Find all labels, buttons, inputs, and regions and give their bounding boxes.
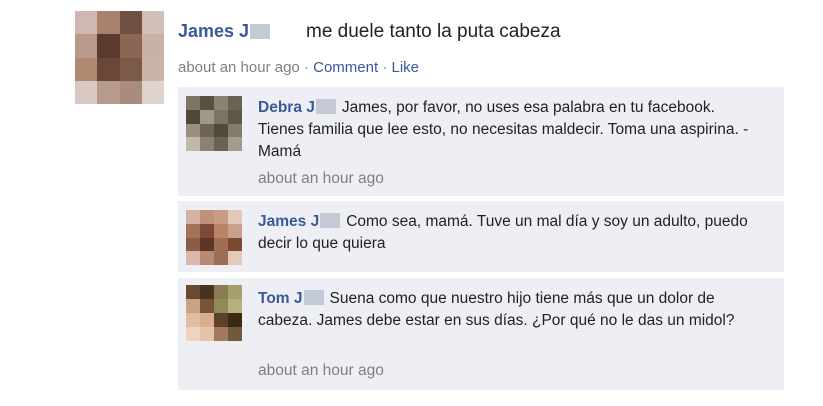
- comment-timestamp: about an hour ago: [258, 362, 384, 379]
- avatar-mosaic-cell: [228, 137, 242, 151]
- avatar-mosaic-cell: [228, 285, 242, 299]
- avatar-mosaic-cell: [214, 210, 228, 224]
- post-timestamp: about an hour ago: [178, 59, 300, 76]
- avatar-mosaic-cell: [141, 57, 164, 81]
- avatar-mosaic-cell: [228, 96, 242, 110]
- post-author-link[interactable]: James J: [178, 21, 276, 42]
- avatar-mosaic-cell: [200, 96, 214, 110]
- like-link[interactable]: Like: [392, 59, 420, 76]
- comment-author-name[interactable]: Tom J: [258, 290, 303, 307]
- comment-author-name[interactable]: James J: [258, 213, 319, 230]
- avatar-mosaic-cell: [214, 237, 228, 252]
- comment-item: Debra J James, por favor, no uses esa pal…: [178, 87, 784, 196]
- avatar-mosaic-cell: [214, 251, 228, 265]
- avatar-mosaic-cell: [214, 109, 228, 124]
- avatar-mosaic-cell: [75, 80, 98, 104]
- avatar-mosaic-cell: [200, 210, 214, 224]
- avatar-mosaic-cell: [200, 223, 214, 238]
- post-avatar[interactable]: [75, 11, 164, 104]
- avatar-mosaic-cell: [228, 313, 242, 327]
- avatar-mosaic-cell: [200, 251, 214, 265]
- avatar-mosaic-cell: [75, 11, 98, 35]
- name-redaction-block: [320, 213, 341, 228]
- comment-author-link[interactable]: James J: [258, 213, 346, 230]
- avatar-mosaic-cell: [97, 34, 120, 58]
- avatar-mosaic-cell: [228, 299, 242, 313]
- comment-avatar[interactable]: [186, 210, 242, 265]
- comment-author-name[interactable]: Debra J: [258, 99, 315, 116]
- avatar-mosaic-cell: [214, 299, 228, 313]
- avatar-mosaic-cell: [214, 96, 228, 110]
- avatar-mosaic-cell: [214, 313, 228, 327]
- avatar-mosaic-cell: [186, 237, 200, 252]
- comment-body: Tom J Suena como que nuestro hijo tiene m…: [258, 288, 763, 332]
- avatar-mosaic-cell: [119, 80, 142, 104]
- avatar-mosaic-cell: [141, 80, 164, 104]
- name-redaction-block: [315, 99, 336, 114]
- comment-item: James J Como sea, mamá. Tuve un mal día y…: [178, 201, 784, 272]
- post-status-text: me duele tanto la puta cabeza: [306, 21, 561, 42]
- avatar-mosaic-cell: [228, 210, 242, 224]
- avatar-mosaic-cell: [186, 123, 200, 138]
- post-meta: about an hour ago · Comment · Like: [178, 59, 419, 76]
- avatar-mosaic-cell: [97, 11, 120, 35]
- comment-timestamp: about an hour ago: [258, 170, 384, 187]
- avatar-mosaic-cell: [200, 123, 214, 138]
- avatar-mosaic-cell: [200, 237, 214, 252]
- avatar-mosaic-cell: [200, 109, 214, 124]
- avatar-mosaic-cell: [228, 327, 242, 341]
- avatar-mosaic-cell: [228, 123, 242, 138]
- avatar-mosaic-cell: [214, 123, 228, 138]
- avatar-mosaic-cell: [186, 313, 200, 327]
- avatar-mosaic-cell: [186, 299, 200, 313]
- avatar-mosaic-cell: [228, 223, 242, 238]
- avatar-mosaic-cell: [200, 137, 214, 151]
- avatar-mosaic-cell: [186, 327, 200, 341]
- post-author-name[interactable]: James J: [178, 21, 249, 41]
- comment-author-link[interactable]: Debra J: [258, 99, 342, 116]
- avatar-mosaic-cell: [119, 11, 142, 35]
- avatar-mosaic-cell: [141, 11, 164, 35]
- name-redaction-block: [250, 24, 271, 39]
- name-redaction-block: [303, 290, 324, 305]
- avatar-mosaic-cell: [200, 285, 214, 299]
- avatar-mosaic-cell: [119, 57, 142, 81]
- comment-avatar[interactable]: [186, 285, 242, 341]
- avatar-mosaic-cell: [200, 313, 214, 327]
- avatar-mosaic-cell: [214, 285, 228, 299]
- meta-separator: ·: [382, 59, 388, 76]
- avatar-mosaic-cell: [214, 327, 228, 341]
- avatar-mosaic-cell: [97, 80, 120, 104]
- avatar-mosaic-cell: [214, 223, 228, 238]
- meta-separator: ·: [303, 59, 309, 76]
- avatar-mosaic-cell: [186, 109, 200, 124]
- avatar-mosaic-cell: [186, 285, 200, 299]
- comment-link[interactable]: Comment: [313, 59, 378, 76]
- avatar-mosaic-cell: [186, 137, 200, 151]
- avatar-mosaic-cell: [200, 327, 214, 341]
- avatar-mosaic-cell: [97, 57, 120, 81]
- avatar-mosaic-cell: [186, 251, 200, 265]
- avatar-mosaic-cell: [75, 34, 98, 58]
- avatar-mosaic-cell: [186, 223, 200, 238]
- comment-text: Suena como que nuestro hijo tiene más qu…: [258, 290, 735, 329]
- avatar-mosaic-cell: [228, 237, 242, 252]
- avatar-mosaic-cell: [186, 96, 200, 110]
- avatar-mosaic-cell: [119, 34, 142, 58]
- avatar-mosaic-cell: [228, 109, 242, 124]
- comment-item: Tom J Suena como que nuestro hijo tiene m…: [178, 278, 784, 390]
- avatar-mosaic-cell: [75, 57, 98, 81]
- avatar-mosaic-cell: [214, 137, 228, 151]
- avatar-mosaic-cell: [200, 299, 214, 313]
- avatar-mosaic-cell: [186, 210, 200, 224]
- comment-body: Debra J James, por favor, no uses esa pal…: [258, 97, 763, 163]
- comment-author-link[interactable]: Tom J: [258, 290, 330, 307]
- avatar-mosaic-cell: [228, 251, 242, 265]
- comment-body: James J Como sea, mamá. Tuve un mal día y…: [258, 211, 763, 255]
- avatar-mosaic-cell: [141, 34, 164, 58]
- comment-avatar[interactable]: [186, 96, 242, 151]
